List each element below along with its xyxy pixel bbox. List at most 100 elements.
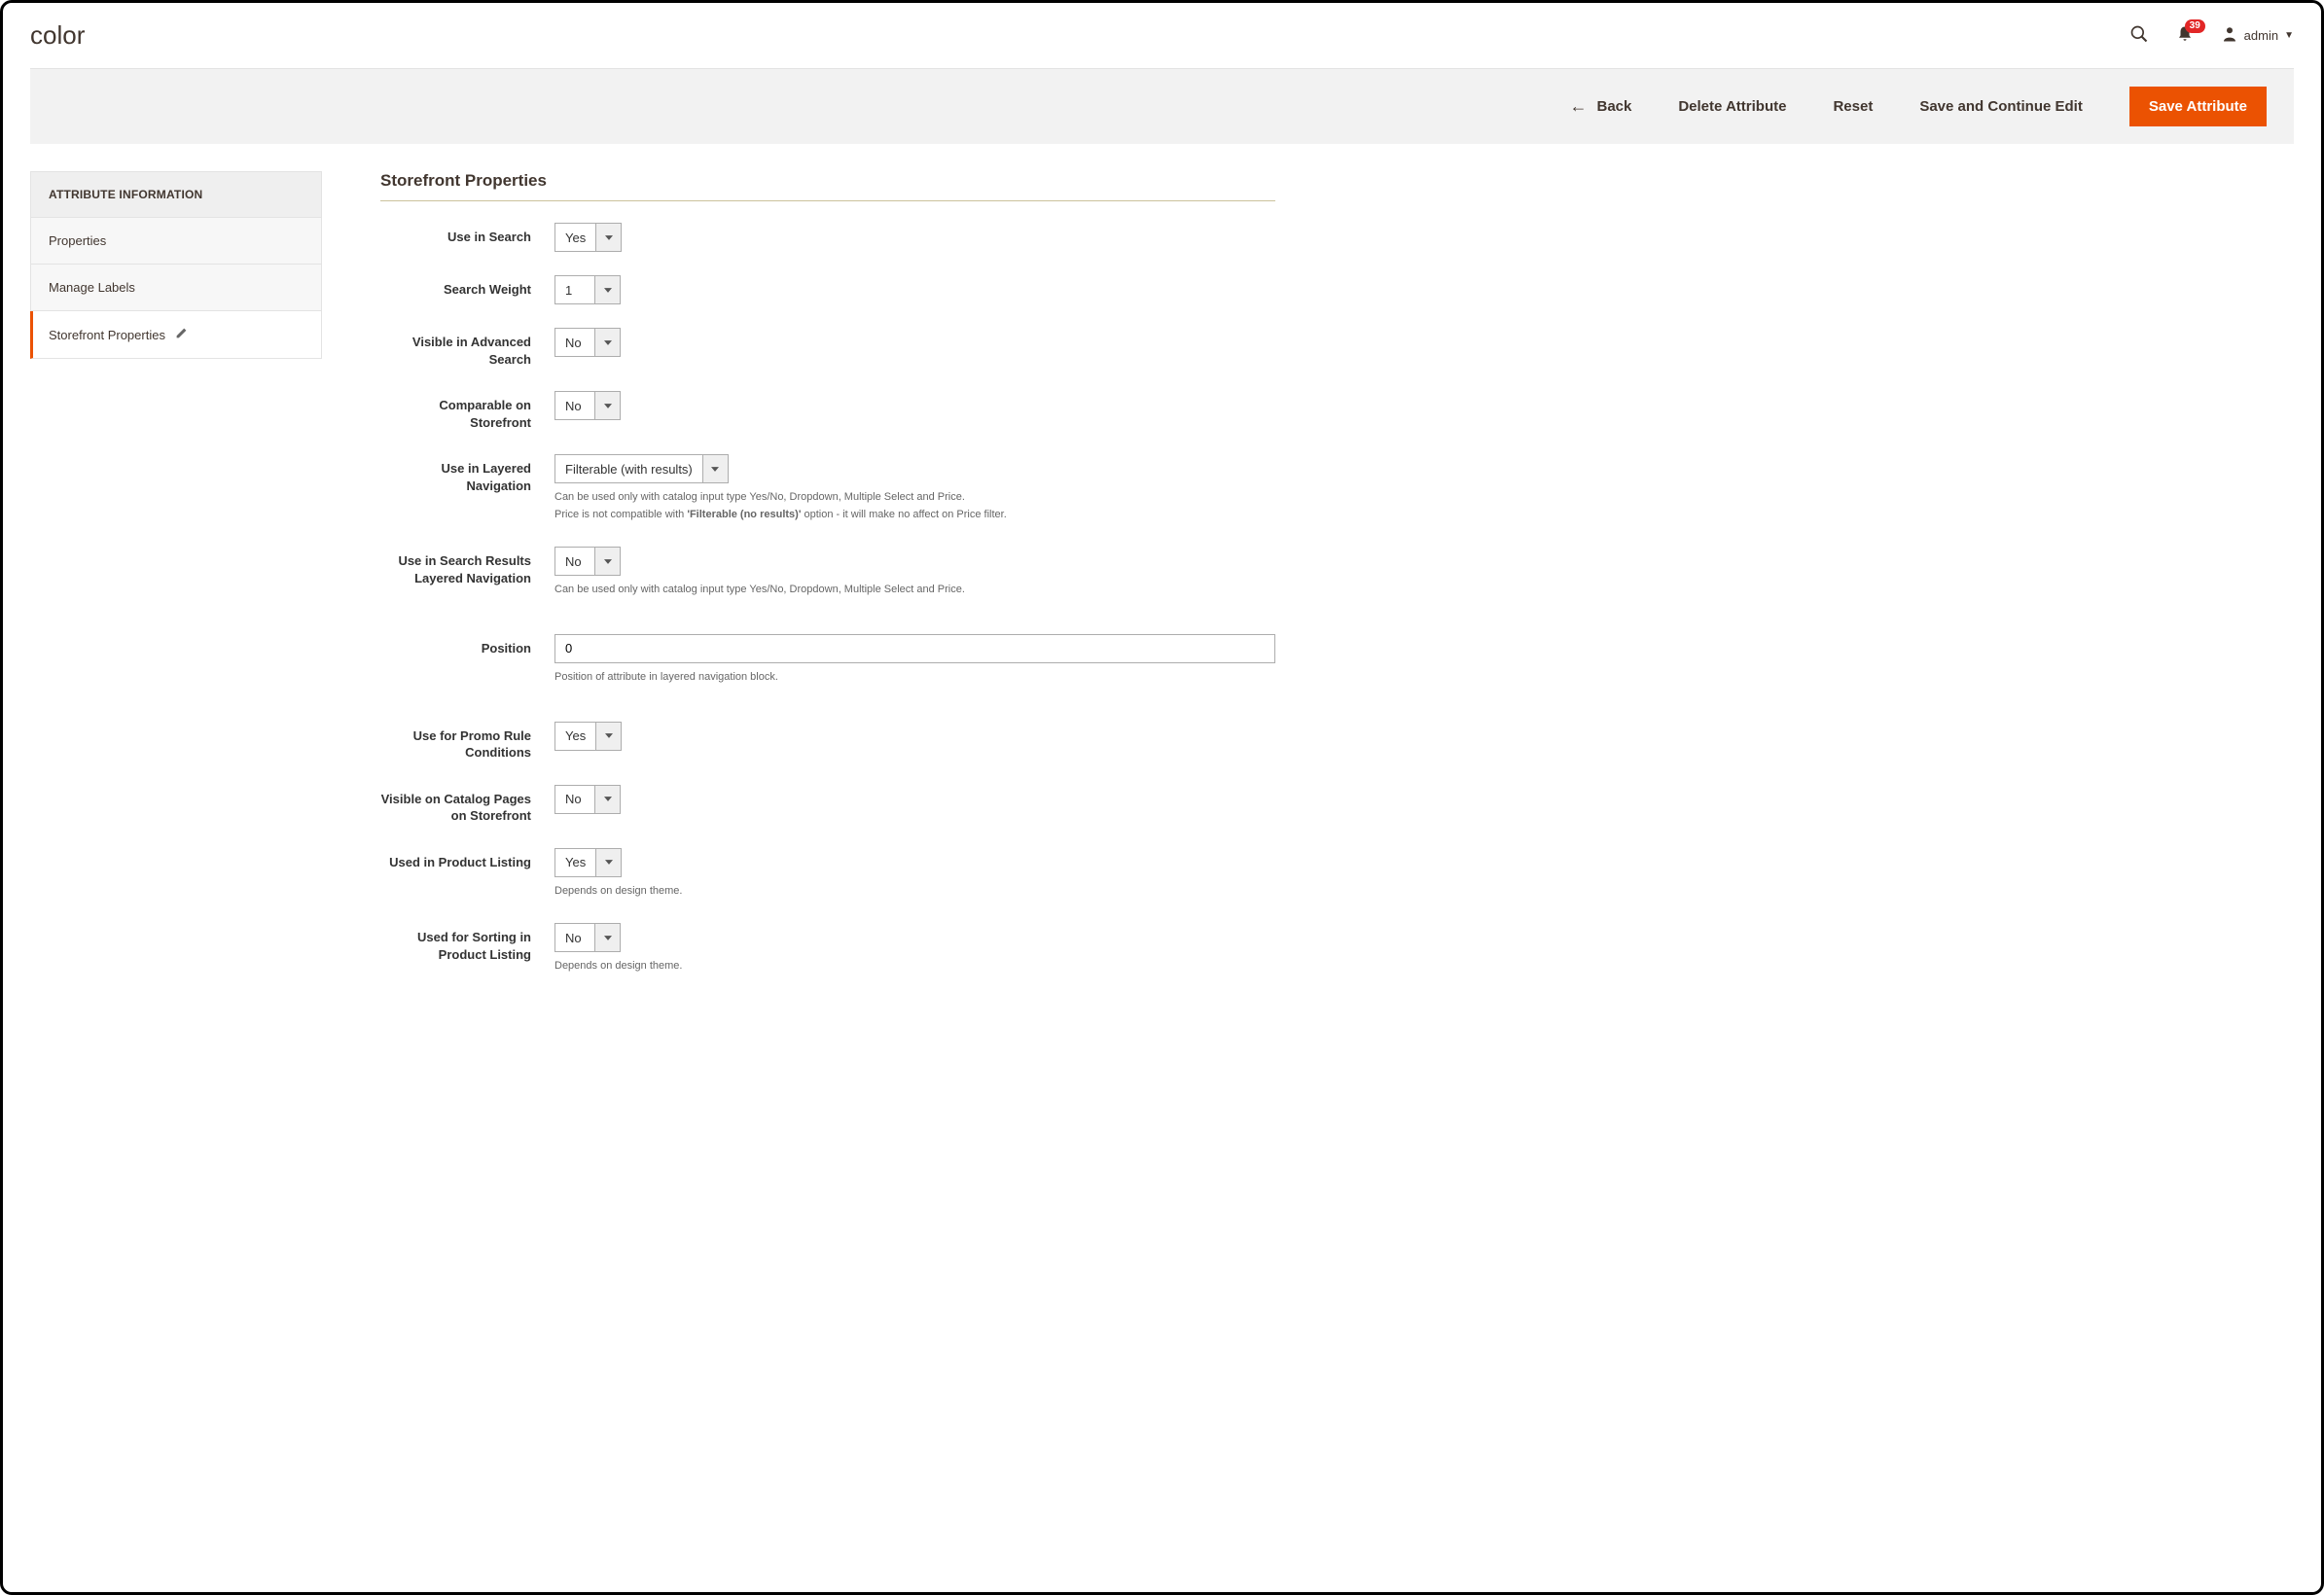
select-value: 1: [555, 276, 594, 303]
field-label: Use for Promo Rule Conditions: [380, 722, 531, 762]
sidebar-item-label: Storefront Properties: [49, 328, 165, 342]
select-arrow-button[interactable]: [595, 224, 621, 251]
help-line: Can be used only with catalog input type…: [554, 489, 1275, 507]
admin-label: admin: [2244, 28, 2278, 43]
back-label: Back: [1596, 98, 1631, 115]
field-position: Position Position of attribute in layere…: [380, 634, 1275, 687]
select-arrow-button[interactable]: [594, 392, 620, 419]
arrow-left-icon: ←: [1569, 96, 1587, 117]
sorting-listing-select[interactable]: No: [554, 923, 621, 952]
field-label: Visible on Catalog Pages on Storefront: [380, 785, 531, 825]
select-value: No: [555, 548, 594, 575]
action-bar: ← Back Delete Attribute Reset Save and C…: [30, 68, 2294, 144]
field-label: Position: [380, 634, 531, 657]
layered-nav-select[interactable]: Filterable (with results): [554, 454, 729, 483]
search-icon: [2129, 24, 2149, 47]
search-button[interactable]: [2129, 24, 2149, 47]
field-label: Used in Product Listing: [380, 848, 531, 871]
delete-attribute-button[interactable]: Delete Attribute: [1678, 98, 1786, 115]
field-sorting-listing: Used for Sorting in Product Listing No D…: [380, 923, 1275, 975]
page-header: color 39 admin ▼: [3, 3, 2321, 68]
select-arrow-button[interactable]: [594, 276, 620, 303]
field-label: Use in Search Results Layered Navigation: [380, 547, 531, 586]
comparable-select[interactable]: No: [554, 391, 621, 420]
promo-rules-select[interactable]: Yes: [554, 722, 622, 751]
sidebar: ATTRIBUTE INFORMATION Properties Manage …: [30, 171, 322, 359]
field-promo-rules: Use for Promo Rule Conditions Yes: [380, 722, 1275, 762]
select-value: Yes: [555, 723, 595, 750]
chevron-down-icon: ▼: [2284, 30, 2294, 41]
page-title: color: [30, 20, 85, 51]
select-arrow-button[interactable]: [594, 329, 620, 356]
sidebar-item-storefront-properties[interactable]: Storefront Properties: [30, 311, 322, 359]
field-layered-navigation: Use in Layered Navigation Filterable (wi…: [380, 454, 1275, 523]
sidebar-item-label: Properties: [49, 233, 106, 248]
help-text: Depends on design theme.: [554, 883, 1275, 901]
field-visible-advanced-search: Visible in Advanced Search No: [380, 328, 1275, 368]
visible-advanced-select[interactable]: No: [554, 328, 621, 357]
select-value: No: [555, 392, 594, 419]
field-label: Visible in Advanced Search: [380, 328, 531, 368]
use-in-search-select[interactable]: Yes: [554, 223, 622, 252]
select-value: Yes: [555, 849, 595, 876]
help-line: Price is not compatible with 'Filterable…: [554, 507, 1275, 524]
chevron-down-icon: [604, 340, 612, 345]
select-value: Filterable (with results): [555, 455, 702, 482]
select-value: No: [555, 786, 594, 813]
chevron-down-icon: [604, 559, 612, 564]
back-button[interactable]: ← Back: [1569, 96, 1631, 117]
help-text: Can be used only with catalog input type…: [554, 582, 1275, 599]
select-arrow-button[interactable]: [595, 723, 621, 750]
header-actions: 39 admin ▼: [2129, 24, 2294, 47]
select-arrow-button[interactable]: [594, 924, 620, 951]
admin-account-menu[interactable]: admin ▼: [2221, 25, 2294, 46]
chevron-down-icon: [604, 288, 612, 293]
select-arrow-button[interactable]: [594, 548, 620, 575]
help-text: Can be used only with catalog input type…: [554, 489, 1275, 523]
field-label: Comparable on Storefront: [380, 391, 531, 431]
chevron-down-icon: [711, 467, 719, 472]
field-label: Use in Layered Navigation: [380, 454, 531, 494]
select-value: No: [555, 924, 594, 951]
chevron-down-icon: [604, 797, 612, 801]
field-search-results-layered-nav: Use in Search Results Layered Navigation…: [380, 547, 1275, 599]
save-attribute-button[interactable]: Save Attribute: [2129, 87, 2267, 126]
chevron-down-icon: [604, 404, 612, 408]
notification-badge: 39: [2185, 19, 2205, 33]
notifications-button[interactable]: 39: [2176, 25, 2194, 46]
user-icon: [2221, 25, 2238, 46]
save-continue-button[interactable]: Save and Continue Edit: [1919, 98, 2083, 115]
help-text: Position of attribute in layered navigat…: [554, 669, 1275, 687]
search-results-layered-select[interactable]: No: [554, 547, 621, 576]
field-visible-catalog: Visible on Catalog Pages on Storefront N…: [380, 785, 1275, 825]
select-value: Yes: [555, 224, 595, 251]
select-arrow-button[interactable]: [595, 849, 621, 876]
chevron-down-icon: [604, 936, 612, 940]
chevron-down-icon: [605, 860, 613, 865]
position-input[interactable]: [554, 634, 1275, 663]
search-weight-select[interactable]: 1: [554, 275, 621, 304]
field-label: Search Weight: [380, 275, 531, 299]
field-search-weight: Search Weight 1: [380, 275, 1275, 304]
field-comparable-storefront: Comparable on Storefront No: [380, 391, 1275, 431]
field-use-in-search: Use in Search Yes: [380, 223, 1275, 252]
select-value: No: [555, 329, 594, 356]
visible-catalog-select[interactable]: No: [554, 785, 621, 814]
field-label: Used for Sorting in Product Listing: [380, 923, 531, 963]
chevron-down-icon: [605, 733, 613, 738]
sidebar-item-manage-labels[interactable]: Manage Labels: [30, 265, 322, 311]
select-arrow-button[interactable]: [702, 455, 728, 482]
chevron-down-icon: [605, 235, 613, 240]
sidebar-header: ATTRIBUTE INFORMATION: [30, 171, 322, 218]
section-title: Storefront Properties: [380, 171, 1275, 201]
sidebar-item-properties[interactable]: Properties: [30, 218, 322, 265]
content: Storefront Properties Use in Search Yes …: [380, 171, 1275, 999]
pencil-icon: [175, 327, 188, 342]
reset-button[interactable]: Reset: [1833, 98, 1873, 115]
field-label: Use in Search: [380, 223, 531, 246]
select-arrow-button[interactable]: [594, 786, 620, 813]
help-text: Depends on design theme.: [554, 958, 1275, 975]
sidebar-item-label: Manage Labels: [49, 280, 135, 295]
field-product-listing: Used in Product Listing Yes Depends on d…: [380, 848, 1275, 901]
product-listing-select[interactable]: Yes: [554, 848, 622, 877]
